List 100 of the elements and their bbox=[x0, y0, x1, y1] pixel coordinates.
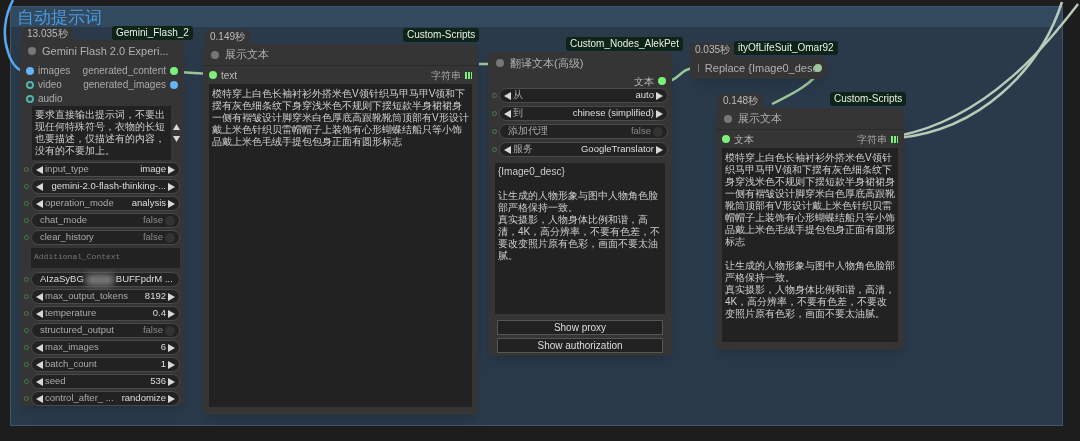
widget-value: image bbox=[140, 162, 166, 177]
blurred-region bbox=[85, 273, 114, 286]
widget-label: seed bbox=[45, 374, 66, 389]
node-source-tag: Custom_Nodes_AlekPet bbox=[566, 37, 683, 51]
node-button[interactable]: Show proxy bbox=[497, 320, 663, 335]
node-title: 展示文本 bbox=[738, 111, 782, 127]
connection-slot[interactable] bbox=[209, 71, 217, 79]
widget-field[interactable]: batch_count 1 bbox=[31, 357, 180, 372]
right-arrow-icon[interactable] bbox=[656, 145, 663, 154]
node-source-tag: Gemini_Flash_2 bbox=[112, 26, 193, 40]
widget-value: GoogleTranslator bbox=[580, 142, 654, 157]
text-paragraph: 模特穿上白色长袖衬衫外搭米色V领针织马甲马甲V领和下摆有灰色细条纹下身穿浅米色不规则下摆短款半身裙裙身一侧有褶皱设计脚穿米白色厚底高跟靴靴筒顶部有V形设计戴上米色针织贝雷帽帽子上装饰有心形蝴蝶结船只等小饰品戴上米色毛绒手提包包身正面有圆形标志 bbox=[212, 88, 469, 148]
toggle-knob[interactable] bbox=[653, 126, 663, 137]
execution-time: 0.149秒 bbox=[205, 30, 251, 44]
node-source-tag: Custom-Scripts bbox=[403, 28, 480, 42]
grid-icon[interactable] bbox=[465, 71, 472, 79]
type-label: 字符串 bbox=[857, 132, 887, 147]
down-arrow-icon[interactable] bbox=[173, 135, 180, 143]
slot-label: generated_content bbox=[82, 64, 166, 78]
slot-label: 文本 bbox=[634, 74, 654, 89]
node-title: 翻译文本(高级) bbox=[510, 55, 584, 71]
text-area[interactable]: {Image0_desc} 让生成的人物形象与图中人物角色脸部严格保持一致。 真实摄影，人物身体比例和谐，高清，4K，高分辨率，不要有色差，不要改变照片原有色彩，画面不要太油腻。 bbox=[495, 163, 665, 314]
widget-label: operation_mode bbox=[45, 196, 114, 211]
widget-label: 到 bbox=[513, 106, 523, 121]
widget-value: chinese (simplified) bbox=[572, 106, 654, 121]
slot-label: text bbox=[221, 68, 238, 83]
widget-field[interactable]: temperature 0.4 bbox=[31, 306, 180, 321]
connection-slot[interactable] bbox=[26, 94, 34, 103]
widget-value: randomize bbox=[121, 391, 166, 406]
connection-slot[interactable] bbox=[26, 66, 34, 75]
widget-label: 添加代理 bbox=[507, 124, 548, 139]
text-paragraph: 让生成的人物形象与图中人物角色脸部严格保持一致。 bbox=[498, 190, 659, 214]
text-paragraph: 让生成的人物形象与图中人物角色脸部严格保持一致。 bbox=[725, 260, 895, 284]
left-arrow-icon[interactable] bbox=[504, 145, 511, 154]
node-source-tag: ityOfLifeSuit_Omar92 bbox=[734, 41, 838, 55]
slot-label: images bbox=[38, 64, 71, 78]
toggle-knob[interactable] bbox=[165, 232, 175, 243]
text-area[interactable]: 模特穿上白色长袖衬衫外搭米色V领针织马甲马甲V领和下摆有灰色细条纹下身穿浅米色不规则下摆短款半身裙裙身一侧有褶皱设计脚穿米白色厚底高跟靴靴筒顶部有V形设计戴上米色针织贝雷帽帽子上装饰有心形蝴蝶结船只等小饰品戴上米色毛绒手提包包身正面有圆形标志 bbox=[209, 84, 472, 407]
text-paragraph: 真实摄影，人物身体比例和谐，高清，4K，高分辨率，不要有色差，不要改变照片原有色彩，画面不要太油腻。 bbox=[498, 214, 662, 262]
widget-toggle[interactable]: chat_mode false bbox=[31, 213, 180, 228]
connection-slot[interactable] bbox=[170, 66, 178, 75]
text-paragraph: 模特穿上白色长袖衬衫外搭米色V领针织马甲马甲V领和下摆有灰色细条纹下身穿浅米色不规则下摆短款半身裙裙身一侧有褶皱设计脚穿米白色厚底高跟靴靴筒顶部有V形设计戴上米色针织贝雷帽帽子上装饰有心形蝴蝶结船只等小饰品戴上米色毛绒手提包包身正面有圆形标志 bbox=[725, 152, 895, 248]
widget-label: 从 bbox=[513, 88, 523, 103]
text-area[interactable]: 模特穿上白色长袖衬衫外搭米色V领针织马甲马甲V领和下摆有灰色细条纹下身穿浅米色不规则下摆短款半身裙裙身一侧有褶皱设计脚穿米白色厚底高跟靴靴筒顶部有V形设计戴上米色针织贝雷帽帽子上装饰有心形蝴蝶结船只等小饰品戴上米色毛绒手提包包身正面有圆形标志 让生成的人物形象与图中人物角色脸部严格保持一致。 真实摄影，人物身体比例和谐，高清，4K，高分辨率，不要有色差，不要改变照片原有色彩，画面不要太油腻。 bbox=[722, 148, 898, 342]
grid-icon[interactable] bbox=[891, 135, 898, 143]
widget-value: false bbox=[142, 213, 163, 228]
text-area[interactable]: 要求直接输出提示词，不要出现任何特殊符号，衣物的长短也要描述，仅描述有的内容，没有的不要加上。 bbox=[32, 106, 171, 160]
widget-field[interactable]: max_output_tokens 8192 bbox=[31, 289, 180, 304]
widget-value: false bbox=[142, 230, 163, 245]
widget-field[interactable]: seed 536 bbox=[31, 374, 180, 389]
widget-label: 服务 bbox=[513, 142, 533, 157]
widget-field[interactable]: 到 chinese (simplified) bbox=[499, 106, 668, 121]
slot-label: video bbox=[38, 78, 62, 92]
node-button[interactable]: Show authorization bbox=[497, 338, 663, 353]
text-paragraph: 真实摄影，人物身体比例和谐，高清，4K，高分辨率，不要有色差，不要改变照片原有色彩，画面不要太油腻。 bbox=[725, 284, 895, 320]
widget-label: input_type bbox=[45, 162, 89, 177]
widget-value: gemini-2.0-flash-thinking-... bbox=[51, 179, 166, 194]
type-label: 字符串 bbox=[431, 68, 461, 83]
widget-value: false bbox=[630, 124, 651, 139]
widget-value: 0.4 bbox=[152, 306, 166, 321]
text-paragraph: {Image0_desc} bbox=[498, 166, 566, 178]
widget-toggle[interactable]: 添加代理 false bbox=[499, 124, 668, 139]
widget-field[interactable]: 从 auto bbox=[499, 88, 668, 103]
widget-label: structured_output bbox=[39, 323, 114, 338]
widget-toggle[interactable]: structured_output false bbox=[31, 323, 180, 338]
node-title: Gemini Flash 2.0 Experi... bbox=[42, 43, 169, 59]
widget-value: 1 bbox=[160, 357, 166, 372]
toggle-knob[interactable] bbox=[165, 325, 175, 336]
up-arrow-icon[interactable] bbox=[173, 123, 180, 131]
node-panel[interactable]: 翻译文本(高级) 文本 从 auto 到 chinese (simplified) 添加代理 false 服务 GoogleTranslator {Image0_desc} 让生成的人物形象与图中人物角色脸部严格保持一致。 真实摄影，人物身体比例和谐，高清，4K，高分辨率，不要有色差，不要改变照片原有色彩，画面不要太油腻。 Show proxy Show authorization bbox=[488, 52, 672, 356]
widget-label: temperature bbox=[45, 306, 97, 321]
toggle-knob[interactable] bbox=[165, 215, 175, 226]
connection-slot[interactable] bbox=[26, 80, 34, 89]
node-source-tag: Custom-Scripts bbox=[830, 92, 907, 106]
node-panel[interactable] bbox=[20, 40, 184, 406]
slot-label: audio bbox=[38, 92, 63, 106]
connection-slot[interactable] bbox=[170, 80, 178, 89]
widget-field[interactable]: control_after_ ... randomize bbox=[31, 391, 180, 406]
node-panel[interactable] bbox=[716, 108, 904, 350]
node-title: 展示文本 bbox=[225, 47, 269, 63]
widget-value: 536 bbox=[150, 374, 166, 389]
widget-field[interactable]: gemini-2.0-flash-thinking-... bbox=[31, 179, 180, 194]
widget-label: chat_mode bbox=[39, 213, 87, 228]
widget-field[interactable]: AIzaSyBG BUFFpdrM ... bbox=[31, 272, 180, 287]
widget-value: auto bbox=[635, 88, 654, 103]
widget-value: BUFFpdrM ... bbox=[115, 272, 173, 287]
widget-field[interactable]: 服务 GoogleTranslator bbox=[499, 142, 668, 157]
widget-field[interactable]: input_type image bbox=[31, 162, 180, 177]
widget-field[interactable]: max_images 6 bbox=[31, 340, 180, 355]
widget-value: 6 bbox=[160, 340, 166, 355]
node-panel[interactable]: 展示文本 text 字符串 模特穿上白色长袖衬衫外搭米色V领针织马甲马甲V领和下摆有灰色细条纹下身穿浅米色不规则下摆短款半身裙裙身一侧有褶皱设计脚穿米白色厚底高跟靴靴筒顶部有V形设计戴上米色针织贝雷帽帽子上装饰有心形蝴蝶结船只等小饰品戴上米色毛绒手提包包身正面有圆形标志 bbox=[203, 44, 478, 415]
context-field[interactable]: Additional_Context bbox=[31, 248, 180, 268]
widget-value: analysis bbox=[131, 196, 166, 211]
execution-time: 0.148秒 bbox=[718, 94, 764, 108]
connection-slot[interactable] bbox=[722, 135, 730, 143]
widget-toggle[interactable]: clear_history false bbox=[31, 230, 180, 245]
connection-slot[interactable] bbox=[658, 77, 666, 85]
slot-label: generated_images bbox=[83, 78, 166, 92]
widget-label: clear_history bbox=[39, 230, 94, 245]
widget-field[interactable]: operation_mode analysis bbox=[31, 196, 180, 211]
